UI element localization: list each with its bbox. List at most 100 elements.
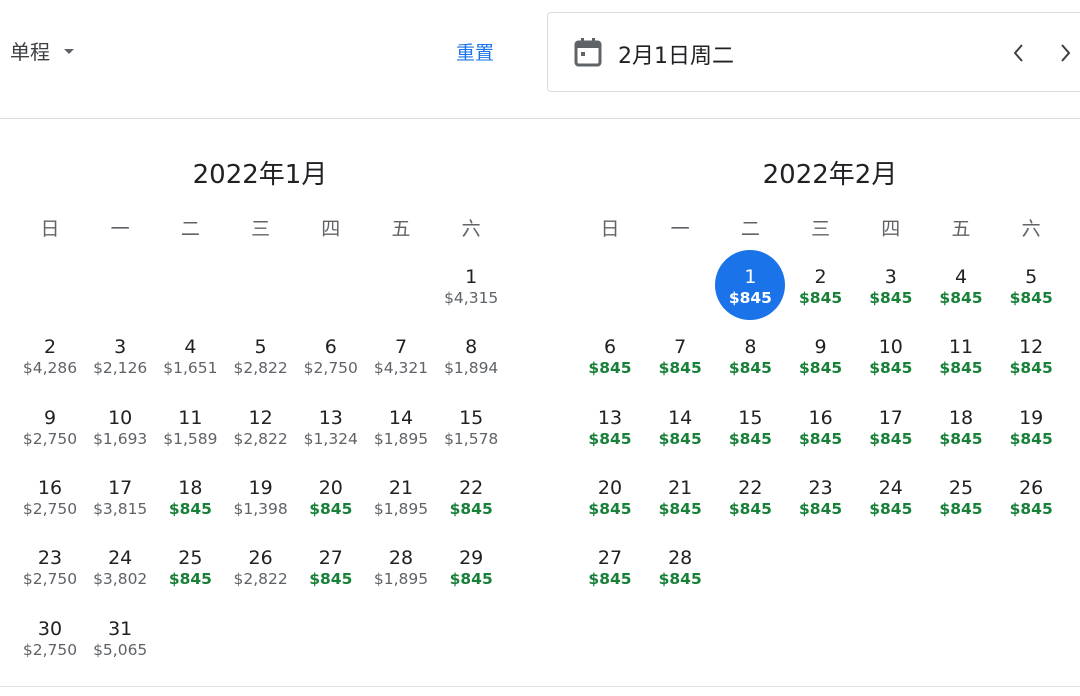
day-cell[interactable]: 23 $845 bbox=[786, 461, 856, 531]
day-cell[interactable]: 4 $1,651 bbox=[155, 320, 225, 390]
day-number: 21 bbox=[668, 476, 693, 499]
day-cell[interactable]: 3 $2,126 bbox=[85, 320, 155, 390]
day-cell[interactable]: 20 $845 bbox=[296, 461, 366, 531]
weekday-header: 二 bbox=[740, 218, 760, 240]
day-cell[interactable]: 5 $845 bbox=[996, 250, 1066, 320]
day-cell[interactable]: 18 $845 bbox=[926, 391, 996, 461]
day-cell[interactable]: 2 $4,286 bbox=[15, 320, 85, 390]
day-number: 13 bbox=[318, 406, 343, 429]
day-price: $845 bbox=[1009, 429, 1053, 448]
day-cell[interactable]: 16 $845 bbox=[786, 391, 856, 461]
day-cell[interactable]: 12 $845 bbox=[996, 320, 1066, 390]
day-cell[interactable]: 4 $845 bbox=[926, 250, 996, 320]
day-cell[interactable]: 25 $845 bbox=[926, 461, 996, 531]
day-number: 27 bbox=[597, 547, 623, 570]
day-cell[interactable]: 17 $3,815 bbox=[85, 461, 155, 531]
day-price: $845 bbox=[728, 359, 772, 378]
day-cell[interactable]: 1 $4,315 bbox=[436, 250, 506, 320]
day-price: $2,822 bbox=[233, 359, 288, 378]
day-price: $2,750 bbox=[22, 429, 78, 448]
day-cell[interactable]: 6 $2,750 bbox=[296, 320, 366, 390]
day-cell[interactable]: 3 $845 bbox=[856, 250, 926, 320]
day-cell[interactable]: 21 $1,895 bbox=[366, 461, 436, 531]
day-cell[interactable]: 7 $845 bbox=[645, 320, 715, 390]
day-cell[interactable]: 14 $845 bbox=[645, 391, 715, 461]
day-cell[interactable]: 12 $2,822 bbox=[226, 391, 296, 461]
day-cell[interactable]: 16 $2,750 bbox=[15, 461, 85, 531]
day-cell[interactable]: 17 $845 bbox=[856, 391, 926, 461]
day-price: $845 bbox=[869, 359, 913, 378]
day-cell[interactable]: 11 $1,589 bbox=[155, 391, 225, 461]
day-price: $845 bbox=[799, 429, 843, 448]
day-cell[interactable]: 11 $845 bbox=[926, 320, 996, 390]
day-cell[interactable]: 2 $845 bbox=[786, 250, 856, 320]
day-cell[interactable]: 19 $1,398 bbox=[226, 461, 296, 531]
day-cell[interactable]: 19 $845 bbox=[996, 391, 1066, 461]
day-cell[interactable]: 7 $4,321 bbox=[366, 320, 436, 390]
day-cell[interactable]: 10 $845 bbox=[856, 320, 926, 390]
day-number: 23 bbox=[808, 476, 833, 499]
day-cell[interactable]: 27 $845 bbox=[575, 531, 645, 601]
day-cell[interactable]: 20 $845 bbox=[575, 461, 645, 531]
chevron-right-icon[interactable] bbox=[1053, 41, 1077, 65]
day-cell[interactable]: 18 $845 bbox=[155, 461, 225, 531]
day-number: 16 bbox=[37, 476, 63, 499]
day-cell[interactable]: 15 $845 bbox=[715, 391, 785, 461]
day-cell[interactable]: 9 $2,750 bbox=[15, 391, 85, 461]
day-price: $845 bbox=[658, 499, 702, 518]
day-cell[interactable]: 25 $845 bbox=[155, 531, 225, 601]
day-cell[interactable]: 24 $845 bbox=[856, 461, 926, 531]
weekday-header: 六 bbox=[461, 218, 481, 240]
day-price: $1,398 bbox=[233, 499, 288, 518]
day-cell[interactable]: 8 $845 bbox=[715, 320, 785, 390]
day-number: 14 bbox=[668, 406, 693, 429]
day-number: 3 bbox=[884, 266, 897, 288]
day-cell[interactable]: 22 $845 bbox=[715, 461, 785, 531]
day-cell[interactable]: 14 $1,895 bbox=[366, 391, 436, 461]
day-cell[interactable]: 22 $845 bbox=[436, 461, 506, 531]
day-cell[interactable]: 6 $845 bbox=[575, 320, 645, 390]
day-cell[interactable]: 10 $1,693 bbox=[85, 391, 155, 461]
reset-button[interactable]: 重置 bbox=[456, 38, 494, 65]
day-price: $845 bbox=[168, 499, 212, 518]
day-cell[interactable]: 28 $1,895 bbox=[366, 531, 436, 601]
day-cell[interactable]: 26 $845 bbox=[996, 461, 1066, 531]
day-cell[interactable]: 13 $845 bbox=[575, 391, 645, 461]
day-price: $1,895 bbox=[373, 429, 429, 448]
day-cell[interactable]: 27 $845 bbox=[296, 531, 366, 601]
day-cell[interactable]: 8 $1,894 bbox=[436, 320, 506, 390]
day-number: 9 bbox=[814, 336, 827, 359]
day-cell[interactable]: 26 $2,822 bbox=[226, 531, 296, 601]
day-price: $1,324 bbox=[303, 429, 358, 448]
month-title: 2022年2月 bbox=[762, 160, 898, 190]
chevron-left-icon[interactable] bbox=[1007, 41, 1031, 65]
day-number: 28 bbox=[668, 547, 693, 570]
weekday-header: 一 bbox=[670, 218, 690, 240]
chevron-down-icon bbox=[64, 49, 74, 54]
day-cell[interactable]: 23 $2,750 bbox=[15, 531, 85, 601]
day-number: 19 bbox=[1019, 406, 1044, 429]
day-price: $845 bbox=[588, 429, 632, 448]
day-number: 17 bbox=[108, 476, 133, 499]
day-price: $845 bbox=[309, 499, 353, 518]
day-cell-selected[interactable]: 1 $845 bbox=[715, 250, 786, 320]
day-cell[interactable]: 24 $3,802 bbox=[85, 531, 155, 601]
day-cell[interactable]: 31 $5,065 bbox=[85, 602, 155, 672]
day-cell[interactable]: 28 $845 bbox=[645, 531, 715, 601]
weekday-header: 四 bbox=[321, 218, 341, 240]
day-price: $2,822 bbox=[233, 429, 288, 448]
trip-type-dropdown[interactable]: 单程 bbox=[10, 36, 74, 65]
day-cell[interactable]: 13 $1,324 bbox=[296, 391, 366, 461]
day-cell[interactable]: 9 $845 bbox=[786, 320, 856, 390]
day-cell[interactable]: 15 $1,578 bbox=[436, 391, 506, 461]
day-number: 11 bbox=[178, 406, 203, 429]
day-cell[interactable]: 30 $2,750 bbox=[15, 602, 85, 672]
day-number: 24 bbox=[108, 547, 133, 570]
day-cell[interactable]: 29 $845 bbox=[436, 531, 506, 601]
day-price: $1,894 bbox=[444, 359, 499, 378]
day-price: $5,065 bbox=[93, 640, 148, 659]
day-cell[interactable]: 5 $2,822 bbox=[226, 320, 296, 390]
day-number: 6 bbox=[603, 336, 617, 359]
day-cell[interactable]: 21 $845 bbox=[645, 461, 715, 531]
date-field[interactable]: 2月1日周二 bbox=[547, 12, 1080, 92]
